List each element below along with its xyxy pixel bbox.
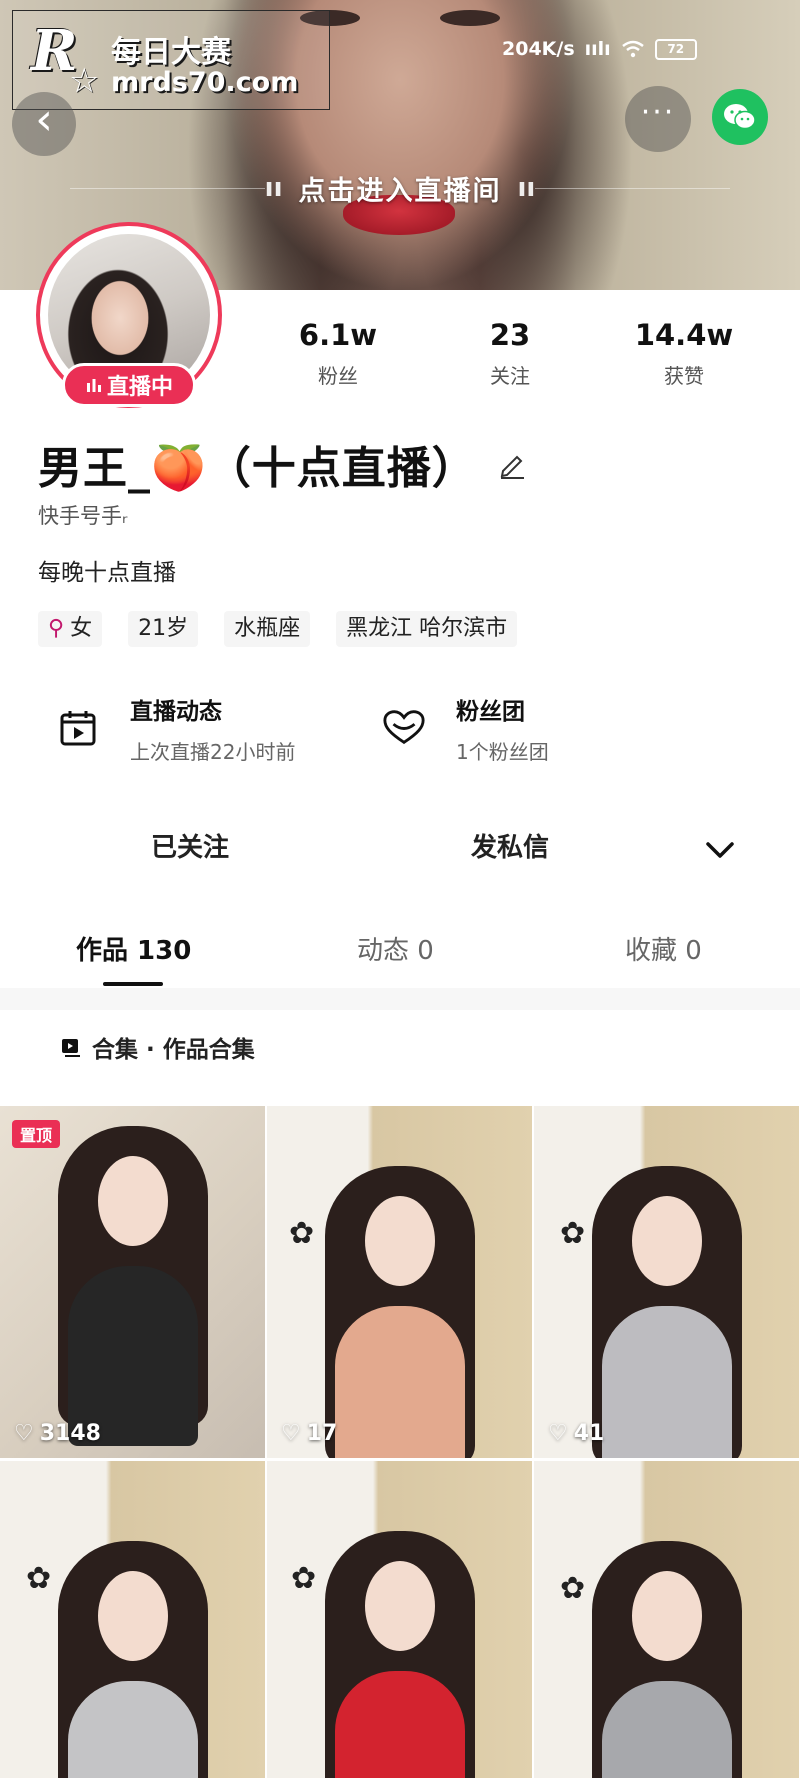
- stat-value: 6.1w: [298, 318, 378, 352]
- tag-age: 21岁: [128, 611, 199, 647]
- flower-decoration: ✿: [289, 1216, 315, 1251]
- flower-decoration: ✿: [26, 1561, 52, 1596]
- watermark: R ☆ 每日大赛 mrds70.com: [12, 10, 330, 110]
- action-row: 已关注 发私信: [0, 812, 800, 884]
- account-id[interactable]: 快手号手ᵣ: [38, 500, 127, 530]
- stat-following[interactable]: 23 关注: [440, 318, 580, 389]
- wechat-icon: [724, 104, 756, 130]
- stat-label: 获赞: [664, 364, 704, 388]
- profile-name: 男王_🍑（十点直播）: [38, 443, 477, 494]
- video-tile[interactable]: ✿ ♡ 17: [267, 1106, 532, 1458]
- flower-decoration: ✿: [560, 1571, 586, 1606]
- profile-tags: ⚲ 女 21岁 水瓶座 黑龙江 哈尔滨市: [38, 611, 518, 647]
- tab-works[interactable]: 作品 130: [76, 930, 191, 967]
- heart-icon: ♡: [281, 1421, 301, 1446]
- collection-link[interactable]: 合集 · 作品合集: [60, 1030, 255, 1064]
- divider: [535, 187, 731, 189]
- stat-followers[interactable]: 6.1w 粉丝: [268, 318, 408, 389]
- thumbnail-figure: [591, 1166, 742, 1458]
- profile-page: ıı 点击进入直播间 ıı R ☆ 每日大赛 mrds70.com 204K/s…: [0, 0, 800, 1778]
- section-divider: [0, 988, 800, 1010]
- watermark-star: ☆: [69, 61, 100, 101]
- fan-group-card[interactable]: 粉丝团 1个粉丝团: [382, 688, 549, 768]
- watermark-title: 每日大赛: [111, 35, 231, 70]
- battery-indicator: 72: [654, 38, 697, 60]
- fan-group-icon: [382, 706, 426, 750]
- edit-icon[interactable]: [497, 449, 527, 479]
- thumbnail-figure: [57, 1126, 208, 1446]
- heart-icon: ♡: [548, 1421, 568, 1446]
- flower-decoration: ✿: [560, 1216, 586, 1251]
- heart-icon: ♡: [14, 1421, 34, 1446]
- tab-favorites[interactable]: 收藏 0: [625, 930, 702, 967]
- video-tile[interactable]: 置顶 ♡ 3148: [0, 1106, 265, 1458]
- network-speed: 204K/s: [502, 38, 575, 60]
- like-count: ♡ 17: [281, 1421, 338, 1446]
- chevron-down-icon[interactable]: [700, 830, 740, 870]
- like-count: ♡ 41: [548, 1421, 605, 1446]
- live-bars-icon: ıı: [517, 173, 536, 203]
- tag-location: 黑龙江 哈尔滨市: [336, 611, 518, 647]
- collection-icon: [62, 1039, 80, 1057]
- calendar-play-icon: [56, 706, 100, 750]
- thumbnail-figure: [591, 1541, 742, 1778]
- wifi-icon: [621, 40, 644, 58]
- female-icon: ⚲: [48, 616, 65, 641]
- signal-icon: ıılı: [584, 38, 611, 60]
- stat-value: 23: [489, 318, 531, 352]
- enter-live-label: 点击进入直播间: [298, 175, 502, 207]
- live-bars-icon: [86, 379, 101, 392]
- name-row: 男王_🍑（十点直播）: [38, 432, 527, 496]
- content-tabs: 作品 130 动态 0 收藏 0: [0, 930, 800, 988]
- live-bars-icon: ıı: [264, 173, 283, 203]
- video-tile[interactable]: ✿: [534, 1461, 799, 1778]
- live-badge-label: 直播中: [106, 375, 173, 400]
- wechat-share-button[interactable]: [712, 89, 768, 145]
- video-tile[interactable]: ✿: [267, 1461, 532, 1778]
- flower-decoration: ✿: [291, 1561, 317, 1596]
- fan-group-sub: 1个粉丝团: [456, 739, 549, 764]
- bio: 每晚十点直播: [38, 560, 176, 586]
- active-tab-indicator: [103, 982, 163, 986]
- watermark-url: mrds70.com: [111, 67, 299, 98]
- status-bar: 204K/s ıılı 72: [502, 38, 697, 60]
- followed-button[interactable]: 已关注: [40, 812, 340, 884]
- thumbnail-figure: [324, 1531, 475, 1778]
- live-status-badge[interactable]: 直播中: [62, 363, 196, 407]
- more-button[interactable]: ···: [625, 86, 691, 152]
- stat-likes[interactable]: 14.4w 获赞: [614, 318, 754, 389]
- collection-label: 合集 · 作品合集: [92, 1037, 255, 1063]
- like-count: ♡ 3148: [14, 1421, 101, 1446]
- video-tile[interactable]: ✿ ♡ 41: [534, 1106, 799, 1458]
- stat-value: 14.4w: [634, 318, 734, 352]
- tag-zodiac: 水瓶座: [224, 611, 311, 647]
- tag-gender: ⚲ 女: [38, 611, 103, 647]
- divider: [69, 187, 265, 189]
- back-button[interactable]: ‹: [12, 92, 76, 156]
- live-dynamics-sub: 上次直播22小时前: [130, 739, 296, 764]
- fan-group-title: 粉丝团: [456, 698, 525, 725]
- stat-label: 粉丝: [318, 364, 358, 388]
- message-button[interactable]: 发私信: [360, 812, 660, 884]
- banner-photo: [300, 10, 500, 32]
- thumbnail-figure: [57, 1541, 208, 1778]
- live-dynamics-title: 直播动态: [130, 698, 222, 725]
- stat-label: 关注: [490, 364, 530, 388]
- thumbnail-figure: [324, 1166, 475, 1458]
- tab-moments[interactable]: 动态 0: [357, 930, 434, 967]
- gender-label: 女: [70, 616, 93, 641]
- enter-live-room[interactable]: ıı 点击进入直播间 ıı: [0, 168, 800, 208]
- video-tile[interactable]: ✿: [0, 1461, 265, 1778]
- live-dynamics-card[interactable]: 直播动态 上次直播22小时前: [56, 688, 295, 768]
- pinned-badge: 置顶: [12, 1120, 61, 1148]
